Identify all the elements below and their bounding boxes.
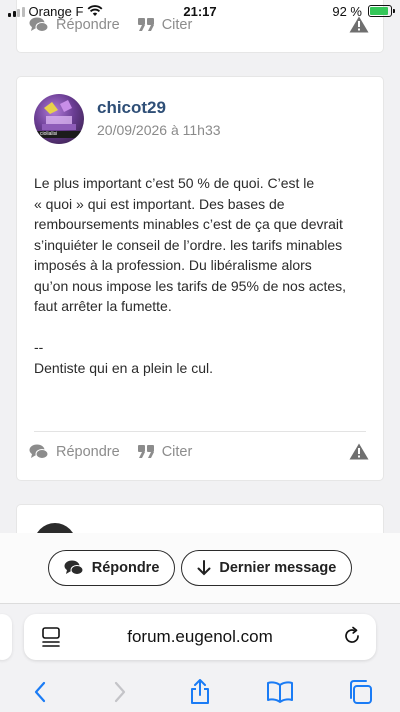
author-name[interactable]: chicot29	[97, 98, 166, 118]
avatar-caption: ciolialisi	[36, 131, 84, 138]
post-date: 20/09/2026 à 11h33	[97, 122, 221, 138]
avatar[interactable]: ciolialisi	[34, 94, 84, 144]
tabs-icon	[350, 680, 372, 704]
post-line: s’inquiéter le conseil de l’ordre. les t…	[34, 236, 343, 253]
bookmarks-button[interactable]	[260, 681, 300, 703]
quote-icon	[137, 444, 154, 458]
post-line: qu’on nous impose les tarifs de 95% de n…	[34, 277, 347, 294]
last-message-button[interactable]: Dernier message	[181, 550, 353, 586]
tabs-button[interactable]	[340, 679, 380, 705]
warning-icon[interactable]	[349, 443, 369, 460]
previous-tab-edge[interactable]	[0, 614, 12, 660]
carrier-group: Orange F	[0, 4, 103, 19]
chevron-right-icon	[114, 681, 126, 703]
signal-icon	[8, 6, 25, 17]
url-text: forum.eugenol.com	[127, 627, 273, 646]
post-line: imposés à la profession. Du libéralisme …	[34, 257, 312, 273]
forward-button[interactable]	[100, 681, 140, 703]
battery-percent: 92 %	[332, 3, 362, 19]
back-button[interactable]	[20, 681, 60, 703]
chat-bubbles-icon	[64, 560, 84, 575]
book-icon	[267, 681, 293, 703]
reload-icon[interactable]	[342, 626, 362, 646]
reply-pill-button[interactable]: Répondre	[47, 550, 176, 586]
post-line: Le plus important c’est 50 % de quoi. C’…	[34, 175, 315, 191]
post-line: faut arrêter la fumette.	[34, 298, 172, 314]
share-button[interactable]	[180, 679, 220, 705]
post-line: remboursements minables c’est de ça que …	[34, 216, 343, 232]
browser-chrome: forum.eugenol.com	[0, 603, 400, 712]
reply-button[interactable]: Répondre	[29, 444, 120, 460]
post-content: Le plus important c’est 50 % de quoi. C’…	[34, 173, 364, 378]
chevron-left-icon	[34, 681, 46, 703]
battery-group: 92 %	[332, 4, 400, 19]
arrow-down-icon	[197, 560, 211, 576]
battery-icon	[368, 5, 395, 17]
address-bar[interactable]: forum.eugenol.com	[24, 614, 376, 660]
bottom-action-bar: Répondre Dernier message	[0, 533, 400, 603]
last-message-label: Dernier message	[219, 560, 337, 576]
chat-bubbles-icon	[29, 444, 49, 459]
status-bar: Orange F 21:17 92 %	[0, 0, 400, 22]
post-actions: Répondre Citer	[29, 443, 369, 460]
page-menu-icon[interactable]	[40, 627, 62, 647]
post-card: ciolialisi chicot29 20/09/2026 à 11h33 L…	[17, 77, 383, 480]
post-line: « quoi » qui est important. Des bases de	[34, 195, 285, 212]
quote-button[interactable]: Citer	[137, 443, 193, 460]
signature: Dentiste qui en a plein le cul.	[34, 359, 213, 376]
quote-label: Citer	[161, 443, 193, 460]
signature-separator: --	[34, 339, 44, 355]
browser-toolbar	[0, 674, 400, 710]
wifi-icon	[87, 5, 103, 16]
clock: 21:17	[183, 3, 217, 19]
reply-label: Répondre	[56, 443, 120, 460]
carrier-name: Orange F	[28, 3, 84, 19]
reply-pill-label: Répondre	[91, 560, 160, 576]
divider	[34, 431, 366, 432]
share-icon	[191, 679, 209, 704]
